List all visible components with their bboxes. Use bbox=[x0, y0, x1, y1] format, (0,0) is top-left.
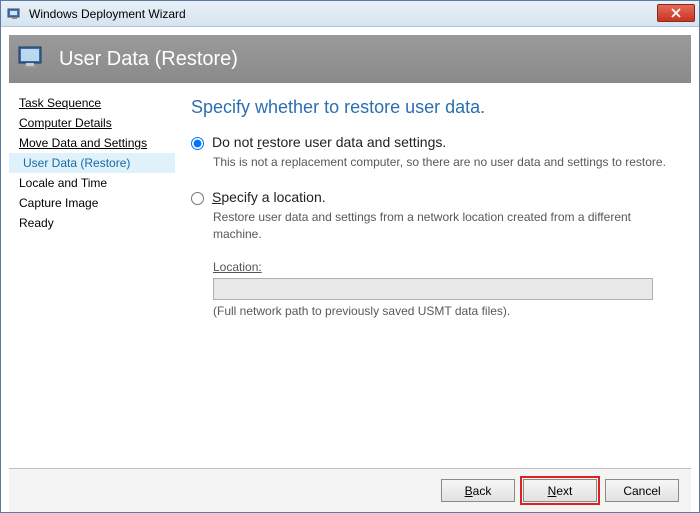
sidebar: Task Sequence Computer Details Move Data… bbox=[9, 83, 175, 468]
wizard-header: User Data (Restore) bbox=[9, 35, 691, 83]
back-button[interactable]: Back bbox=[441, 479, 515, 502]
sidebar-item-user-data-restore[interactable]: User Data (Restore) bbox=[9, 153, 175, 173]
sidebar-item-move-data[interactable]: Move Data and Settings bbox=[9, 133, 175, 153]
option-do-not-restore[interactable]: Do not restore user data and settings. bbox=[191, 134, 679, 150]
radio-do-not-restore[interactable] bbox=[191, 137, 204, 150]
sidebar-item-ready[interactable]: Ready bbox=[9, 213, 175, 233]
location-label: Location: bbox=[213, 260, 679, 274]
page-title: User Data (Restore) bbox=[59, 48, 238, 71]
page-heading: Specify whether to restore user data. bbox=[191, 97, 679, 118]
sidebar-item-computer-details[interactable]: Computer Details bbox=[9, 113, 175, 133]
close-button[interactable] bbox=[657, 4, 695, 22]
option-specify-location[interactable]: Specify a location. bbox=[191, 189, 679, 205]
cancel-button[interactable]: Cancel bbox=[605, 479, 679, 502]
radio-specify-location[interactable] bbox=[191, 192, 204, 205]
radio-do-not-restore-label: Do not restore user data and settings. bbox=[212, 134, 446, 150]
content-area: Task Sequence Computer Details Move Data… bbox=[9, 83, 691, 468]
location-input[interactable] bbox=[213, 278, 653, 300]
option-do-not-restore-desc: This is not a replacement computer, so t… bbox=[213, 154, 679, 171]
sidebar-item-task-sequence[interactable]: Task Sequence bbox=[9, 93, 175, 113]
location-hint: (Full network path to previously saved U… bbox=[213, 304, 679, 318]
option-specify-location-desc: Restore user data and settings from a ne… bbox=[213, 209, 679, 243]
main-panel: Specify whether to restore user data. Do… bbox=[175, 83, 691, 468]
monitor-icon bbox=[17, 43, 49, 75]
sidebar-item-capture-image[interactable]: Capture Image bbox=[9, 193, 175, 213]
next-button[interactable]: Next bbox=[523, 479, 597, 502]
radio-specify-location-label: Specify a location. bbox=[212, 189, 326, 205]
app-icon bbox=[7, 6, 23, 22]
titlebar: Windows Deployment Wizard bbox=[1, 1, 699, 27]
sidebar-item-locale-time[interactable]: Locale and Time bbox=[9, 173, 175, 193]
wizard-footer: Back Next Cancel bbox=[9, 468, 691, 512]
window-title: Windows Deployment Wizard bbox=[29, 7, 186, 21]
